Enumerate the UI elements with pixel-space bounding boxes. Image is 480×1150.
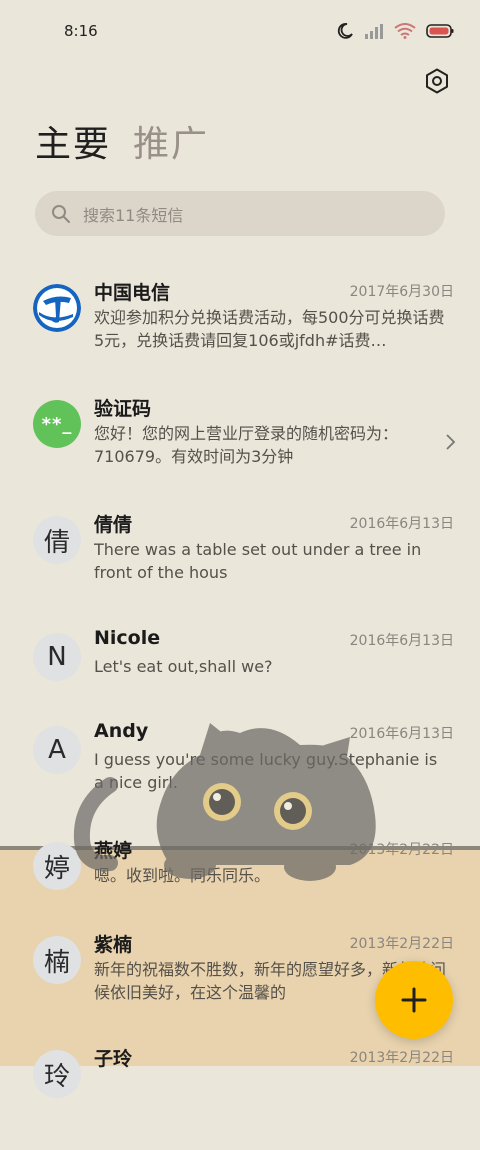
message-date: 2016年6月13日 xyxy=(349,633,454,649)
signal-icon xyxy=(365,24,383,39)
new-message-button[interactable] xyxy=(375,961,453,1039)
message-preview: 欢迎参加积分兑换话费活动，每500分可兑换话费5元，兑换话费请回复106或jfd… xyxy=(94,308,445,350)
sender-name: 子玲 xyxy=(94,1048,133,1070)
avatar: **_ xyxy=(33,400,81,448)
sender-name: 验证码 xyxy=(94,398,152,420)
status-bar: 8:16 xyxy=(0,0,480,62)
battery-icon xyxy=(426,24,454,38)
settings-icon xyxy=(426,68,448,94)
tab-promotions[interactable]: 推广 xyxy=(133,120,209,170)
china-telecom-logo-icon xyxy=(33,284,81,332)
settings-button[interactable] xyxy=(420,64,454,98)
search-placeholder: 搜索11条短信 xyxy=(83,205,184,225)
message-date: 2016年6月13日 xyxy=(349,516,454,532)
avatar: N xyxy=(33,633,81,681)
message-item[interactable]: 玲 子玲 2013年2月22日 xyxy=(0,1048,480,1150)
message-preview: There was a table set out under a tree i… xyxy=(94,540,422,582)
tab-bar: 主要 推广 xyxy=(35,120,209,170)
moon-icon xyxy=(337,23,353,39)
status-icons xyxy=(336,22,454,40)
sender-name: 紫楠 xyxy=(94,934,133,956)
message-item[interactable]: 倩 倩倩 2016年6月13日 There was a table set ou… xyxy=(0,514,480,616)
status-time: 8:16 xyxy=(64,22,98,40)
message-preview: Let's eat out,shall we? xyxy=(94,657,273,676)
search-input[interactable]: 搜索11条短信 xyxy=(35,191,445,236)
sender-name: 倩倩 xyxy=(94,514,133,536)
sender-name: Nicole xyxy=(94,627,161,649)
tab-primary[interactable]: 主要 xyxy=(35,120,111,170)
avatar: 倩 xyxy=(33,516,81,564)
plus-icon xyxy=(401,987,427,1013)
avatar: 楠 xyxy=(33,936,81,984)
wifi-icon xyxy=(394,23,416,39)
message-date: 2013年2月22日 xyxy=(349,1050,454,1066)
avatar xyxy=(33,284,81,332)
message-date: 2013年2月22日 xyxy=(349,936,454,952)
message-preview: 您好！您的网上营业厅登录的随机密码为：710679。有效时间为3分钟 xyxy=(94,424,399,466)
avatar: 玲 xyxy=(33,1050,81,1098)
message-item[interactable]: **_ 验证码 您好！您的网上营业厅登录的随机密码为：710679。有效时间为3… xyxy=(0,398,480,500)
message-item[interactable]: 中国电信 2017年6月30日 欢迎参加积分兑换话费活动，每500分可兑换话费5… xyxy=(0,282,480,384)
chevron-right-icon[interactable] xyxy=(444,433,456,451)
search-icon xyxy=(52,204,70,223)
sender-name: 中国电信 xyxy=(94,282,171,304)
cat-wallpaper-illustration xyxy=(73,723,376,881)
message-date: 2017年6月30日 xyxy=(349,284,454,300)
